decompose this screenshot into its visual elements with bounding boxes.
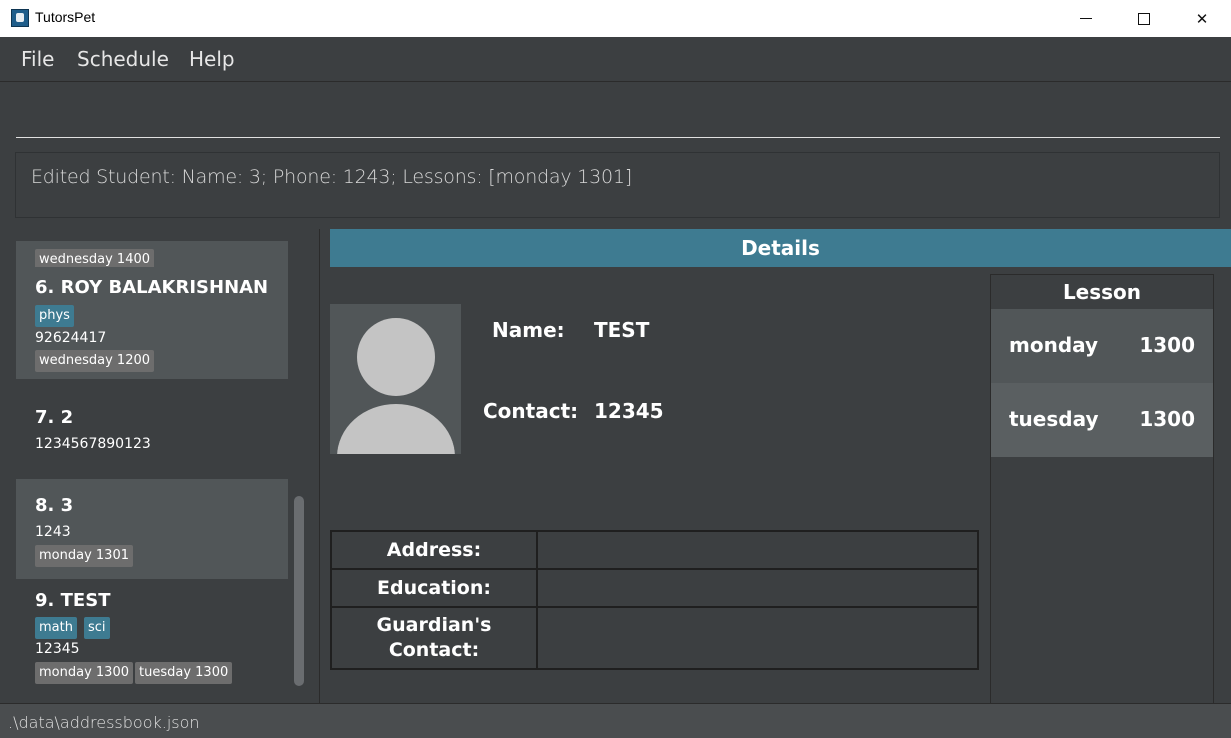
student-card[interactable]: wednesday 1400: [16, 241, 288, 271]
maximize-icon: [1138, 12, 1150, 25]
student-list-scrollbar[interactable]: [291, 241, 307, 689]
result-display: Edited Student: Name: 3; Phone: 1243; Le…: [15, 152, 1220, 218]
subject-tag: phys: [35, 305, 74, 327]
student-phone: 1243: [35, 524, 71, 540]
lesson-tag: tuesday 1300: [135, 662, 233, 684]
window-title-bar: TutorsPet ✕: [0, 0, 1231, 37]
address-label: Address:: [332, 532, 538, 568]
menu-bar: File Schedule Help: [0, 37, 1231, 82]
status-bar: .\data\addressbook.json: [0, 703, 1231, 738]
command-box: [0, 82, 1231, 148]
lesson-tag: monday 1301: [35, 545, 133, 567]
student-list-panel: wednesday 1400 6. ROY BALAKRISHNAN phys …: [4, 229, 320, 703]
student-name: 7. 2: [35, 407, 74, 428]
lesson-tag: wednesday 1200: [35, 350, 155, 372]
details-header: Details: [330, 229, 1231, 267]
student-card[interactable]: 6. ROY BALAKRISHNAN phys 92624417 wednes…: [16, 267, 288, 379]
name-label: Name:: [492, 318, 565, 342]
scroll-thumb[interactable]: [294, 496, 304, 686]
student-card[interactable]: 9. TEST math sci 12345 monday 1300 tuesd…: [16, 579, 288, 691]
student-card[interactable]: 8. 3 1243 monday 1301: [16, 479, 288, 579]
app-icon: [11, 9, 29, 27]
lesson-row[interactable]: tuesday 1300: [991, 383, 1213, 457]
lesson-time: 1300: [1139, 333, 1195, 357]
subject-tag: math: [35, 617, 77, 639]
guardian-contact-row: Guardian's Contact:: [332, 608, 977, 668]
lesson-time: 1300: [1139, 407, 1195, 431]
lesson-day: monday: [1009, 333, 1099, 357]
education-value: [540, 570, 977, 606]
menu-help[interactable]: Help: [189, 47, 235, 71]
command-input[interactable]: [16, 92, 1220, 138]
address-value: [540, 532, 977, 568]
student-phone: 92624417: [35, 330, 107, 346]
lesson-title: Lesson: [991, 275, 1213, 309]
close-button[interactable]: ✕: [1173, 0, 1231, 37]
student-name: 6. ROY BALAKRISHNAN: [35, 277, 269, 298]
avatar-placeholder: [330, 304, 461, 454]
guardian-contact-label: Guardian's Contact:: [332, 608, 538, 668]
result-message: Edited Student: Name: 3; Phone: 1243; Le…: [31, 166, 633, 188]
lesson-row[interactable]: monday 1300: [991, 309, 1213, 383]
name-value: TEST: [594, 318, 650, 342]
avatar-body-icon: [337, 398, 455, 454]
contact-value: 12345: [594, 399, 664, 423]
student-phone: 1234567890123: [35, 436, 151, 452]
student-info-table: Address: Education: Guardian's Contact:: [330, 530, 979, 670]
maximize-button[interactable]: [1115, 0, 1173, 37]
student-list[interactable]: wednesday 1400 6. ROY BALAKRISHNAN phys …: [16, 241, 288, 691]
menu-schedule[interactable]: Schedule: [77, 47, 169, 71]
close-icon: ✕: [1195, 9, 1209, 28]
minimize-icon: [1080, 18, 1092, 19]
student-phone: 12345: [35, 641, 80, 657]
contact-label: Contact:: [483, 399, 579, 423]
student-card[interactable]: 7. 2 1234567890123: [16, 379, 288, 479]
menu-file[interactable]: File: [21, 47, 54, 71]
address-row: Address:: [332, 532, 977, 570]
minimize-button[interactable]: [1057, 0, 1115, 37]
data-file-path: .\data\addressbook.json: [8, 713, 200, 732]
avatar-head-icon: [357, 318, 435, 396]
subject-tag: sci: [84, 617, 110, 639]
student-name: 8. 3: [35, 495, 74, 516]
lesson-tag: monday 1300: [35, 662, 133, 684]
education-label: Education:: [332, 570, 538, 606]
lesson-panel: Lesson monday 1300 tuesday 1300: [990, 274, 1214, 704]
window-title: TutorsPet: [35, 9, 96, 25]
education-row: Education:: [332, 570, 977, 608]
student-name: 9. TEST: [35, 590, 111, 611]
lesson-day: tuesday: [1009, 407, 1099, 431]
guardian-contact-value: [540, 608, 977, 668]
